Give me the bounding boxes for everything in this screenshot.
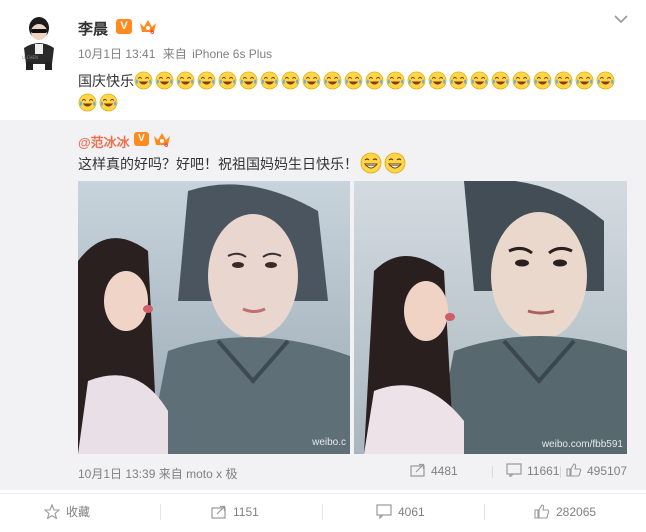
photo-watermark: weibo.c <box>312 437 346 448</box>
laugh-cry-emoji <box>512 71 531 90</box>
laugh-cry-emoji <box>386 71 405 90</box>
thumbs-up-icon <box>566 463 582 477</box>
comment-button[interactable]: 4061 <box>376 494 425 530</box>
chevron-down-icon[interactable] <box>612 12 630 26</box>
grin-emoji-icon <box>360 152 382 174</box>
laugh-cry-emoji <box>197 71 216 90</box>
verified-v-badge: V <box>116 19 132 34</box>
laugh-cry-emoji <box>428 71 447 90</box>
laugh-cry-emoji <box>407 71 426 90</box>
repost-date[interactable]: 10月1日 13:39 <box>78 467 155 481</box>
repost-button[interactable]: 1151 <box>211 494 259 530</box>
svg-text:LI CHEN: LI CHEN <box>22 55 38 60</box>
share-icon <box>410 463 425 477</box>
laugh-cry-emoji <box>491 71 510 90</box>
stat-divider <box>560 466 561 478</box>
svg-text:6: 6 <box>150 29 154 35</box>
emoji-row <box>78 71 617 112</box>
repost-reposts-count: 4481 <box>431 464 458 478</box>
laugh-cry-emoji <box>260 71 279 90</box>
post-device[interactable]: iPhone 6s Plus <box>192 47 272 61</box>
avatar[interactable]: LI CHEN <box>14 14 64 72</box>
action-divider <box>160 504 161 520</box>
laugh-cry-emoji <box>323 71 342 90</box>
repost-comments-stat[interactable]: 11661 <box>506 462 559 480</box>
repost-meta: 10月1日 13:39 来自 moto x 极 <box>78 465 237 482</box>
star-icon <box>44 504 60 519</box>
favorite-button[interactable]: 收藏 <box>44 494 90 530</box>
laugh-cry-emoji <box>176 71 195 90</box>
post-text: 国庆快乐 <box>78 70 626 114</box>
like-count: 282065 <box>556 505 597 519</box>
laugh-cry-emoji <box>365 71 384 90</box>
laugh-cry-emoji <box>449 71 468 90</box>
favorite-label: 收藏 <box>66 505 91 519</box>
laugh-cry-emoji <box>344 71 363 90</box>
stat-divider <box>492 466 493 478</box>
comment-icon <box>376 504 392 519</box>
laugh-cry-emoji <box>281 71 300 90</box>
thumbs-up-icon <box>534 504 550 519</box>
comment-count: 4061 <box>398 505 425 519</box>
repost-photo-1[interactable]: weibo.c <box>78 181 350 454</box>
repost-source-prefix: 来自 <box>158 467 183 481</box>
post-meta: 10月1日 13:41 来自 iPhone 6s Plus <box>78 45 272 62</box>
reposted-content: @范冰冰 V 6 这样真的好吗？好吧！祝祖国妈妈生日快乐！ weibo.c we… <box>0 120 646 490</box>
action-bar: 收藏 1151 4061 282065 <box>0 493 646 532</box>
vip-crown-icon: 6 <box>138 17 158 36</box>
grin-emoji-icon <box>384 152 406 174</box>
laugh-cry-emoji <box>239 71 258 90</box>
repost-count: 1151 <box>233 505 259 519</box>
source-prefix: 来自 <box>162 47 187 61</box>
post-text-content: 国庆快乐 <box>78 73 134 89</box>
repost-text-content: 这样真的好吗？好吧！祝祖国妈妈生日快乐！ <box>78 156 358 172</box>
repost-reposts-stat[interactable]: 4481 <box>410 462 458 480</box>
repost-text: 这样真的好吗？好吧！祝祖国妈妈生日快乐！ <box>78 152 406 175</box>
laugh-cry-emoji <box>554 71 573 90</box>
share-icon <box>211 505 226 519</box>
laugh-cry-emoji <box>99 93 118 112</box>
laugh-cry-emoji <box>218 71 237 90</box>
svg-text:6: 6 <box>164 142 168 148</box>
laugh-cry-emoji <box>155 71 174 90</box>
laugh-cry-emoji <box>134 71 153 90</box>
action-divider <box>484 504 485 520</box>
laugh-cry-emoji <box>596 71 615 90</box>
like-button[interactable]: 282065 <box>534 494 596 530</box>
repost-username[interactable]: @范冰冰 <box>78 132 130 151</box>
repost-verified-v-badge: V <box>134 132 149 146</box>
repost-likes-count: 495107 <box>587 464 628 478</box>
photo-watermark: weibo.com/fbb591 <box>541 439 623 450</box>
laugh-cry-emoji <box>575 71 594 90</box>
post-date[interactable]: 10月1日 13:41 <box>78 47 155 61</box>
repost-vip-crown-icon: 6 <box>152 130 172 149</box>
laugh-cry-emoji <box>533 71 552 90</box>
laugh-cry-emoji <box>302 71 321 90</box>
repost-comments-count: 11661 <box>527 464 560 478</box>
repost-photo-2[interactable]: weibo.com/fbb591 <box>354 181 627 454</box>
weibo-post: LI CHEN 李晨 V 6 10月1日 13:41 来自 iPhone 6s … <box>0 0 646 532</box>
repost-device[interactable]: moto x 极 <box>186 467 237 481</box>
action-divider <box>322 504 323 520</box>
comment-icon <box>506 463 522 477</box>
laugh-cry-emoji <box>470 71 489 90</box>
repost-likes-stat[interactable]: 495107 <box>566 462 627 480</box>
post-username[interactable]: 李晨 <box>78 18 108 39</box>
laugh-cry-emoji <box>78 93 97 112</box>
